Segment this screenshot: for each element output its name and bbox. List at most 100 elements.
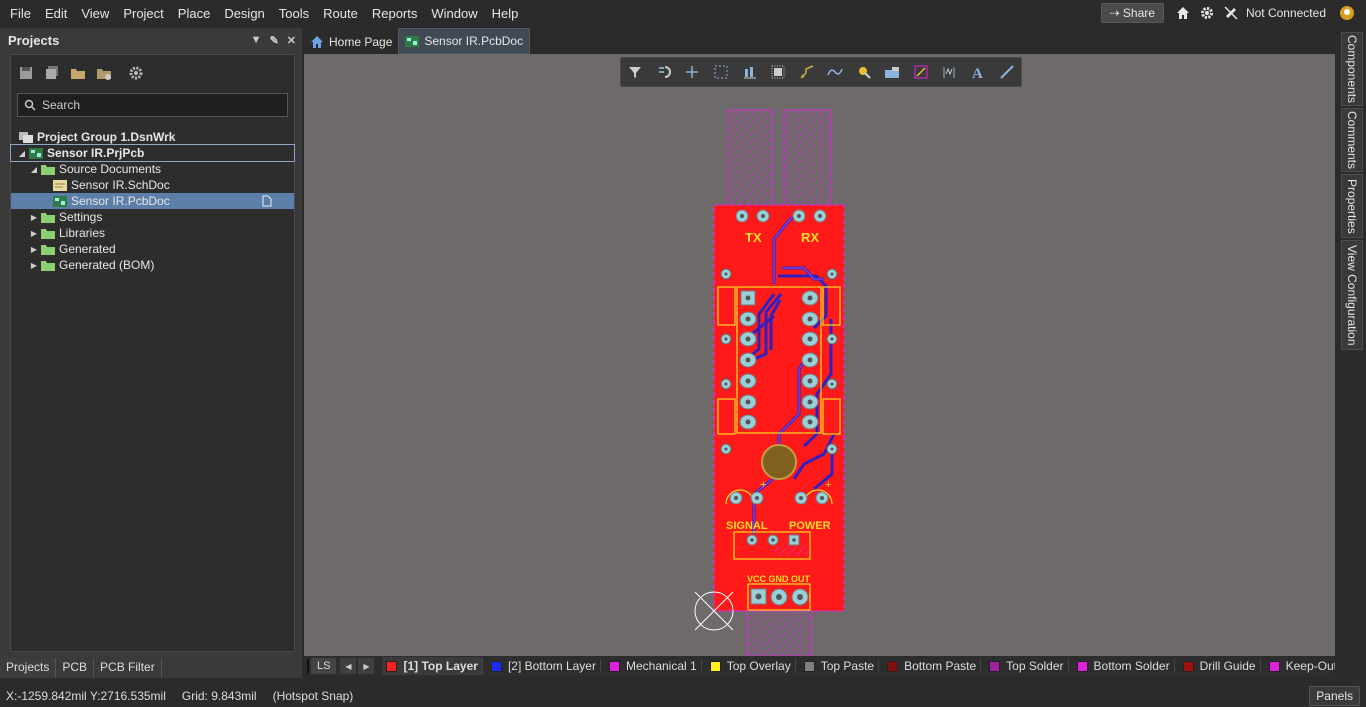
document-status-icon	[262, 195, 272, 207]
folder-icon	[41, 260, 55, 271]
pcb-canvas[interactable]: A TX RX + + SIGNAL POWER VCC GND OUT	[304, 54, 1335, 656]
snap-mode: (Hotspot Snap)	[272, 688, 354, 703]
folder-icon	[41, 244, 55, 255]
tree-item-pcbdoc[interactable]: Sensor IR.PcbDoc	[11, 193, 294, 209]
user-avatar-icon[interactable]	[1338, 4, 1356, 22]
collapse-icon[interactable]: ◢	[29, 165, 39, 174]
label-power: POWER	[789, 520, 831, 532]
led-plus-left: +	[760, 479, 766, 491]
side-tab-components[interactable]: Components	[1341, 32, 1363, 106]
gear-icon[interactable]	[1198, 4, 1216, 22]
document-tabs: Home Page Sensor IR.PcbDoc	[304, 28, 531, 54]
home-icon[interactable]	[1174, 4, 1192, 22]
layer-tabs-bar: LS ◀ ▶ [1] Top Layer [2] Bottom Layer Me…	[304, 656, 1335, 676]
layer-tab-bottom-paste[interactable]: Bottom Paste	[887, 659, 982, 673]
pcb-board[interactable]: TX RX + + SIGNAL POWER VCC GND OUT	[304, 54, 1335, 656]
side-tab-view-configuration[interactable]: View Configuration	[1341, 240, 1363, 350]
tree-item-generated[interactable]: ▶ Generated	[11, 241, 294, 257]
tree-item-source-documents[interactable]: ◢ Source Documents	[11, 161, 294, 177]
layer-set-button[interactable]: LS	[311, 658, 337, 674]
mechanical-area-tx	[727, 109, 774, 207]
layer-tab-mechanical-1[interactable]: Mechanical 1	[608, 659, 702, 673]
pcb-doc-icon	[53, 195, 67, 207]
side-tab-properties[interactable]: Properties	[1341, 174, 1363, 238]
folder-icon	[41, 228, 55, 239]
layer-tab-top-layer[interactable]: [1] Top Layer	[382, 657, 483, 675]
label-signal: SIGNAL	[726, 520, 768, 532]
layer-tab-top-overlay[interactable]: Top Overlay	[709, 659, 796, 673]
expand-icon[interactable]: ▶	[29, 229, 39, 238]
layer-nav: ◀ ▶	[340, 658, 375, 674]
layer-swatch	[803, 660, 815, 672]
mechanical-area-rx	[783, 109, 832, 207]
menu-project[interactable]: Project	[116, 6, 170, 21]
tab-pcbdoc[interactable]: Sensor IR.PcbDoc	[398, 28, 531, 54]
search-icon	[24, 99, 36, 111]
layer-swatch	[1076, 660, 1088, 672]
menu-edit[interactable]: Edit	[38, 6, 74, 21]
layer-swatch	[887, 660, 899, 672]
open-folder-icon[interactable]	[69, 64, 87, 82]
current-layer-color[interactable]	[307, 658, 309, 674]
menu-window[interactable]: Window	[424, 6, 484, 21]
share-icon: ⇢	[1109, 6, 1123, 20]
layer-swatch	[709, 660, 721, 672]
panels-button[interactable]: Panels	[1309, 686, 1360, 706]
layer-tab-bottom-layer[interactable]: [2] Bottom Layer	[490, 659, 601, 673]
menu-place[interactable]: Place	[171, 6, 218, 21]
menu-reports[interactable]: Reports	[365, 6, 425, 21]
pin-icon[interactable]: ✎	[270, 34, 279, 47]
layer-tab-top-solder[interactable]: Top Solder	[989, 659, 1069, 673]
menu-view[interactable]: View	[74, 6, 116, 21]
menu-design[interactable]: Design	[217, 6, 271, 21]
close-icon[interactable]: ✕	[287, 34, 296, 47]
project-folder-icon[interactable]	[95, 64, 113, 82]
save-all-icon[interactable]	[43, 64, 61, 82]
label-rx: RX	[801, 230, 819, 245]
tree-item-schdoc[interactable]: Sensor IR.SchDoc	[11, 177, 294, 193]
search-input[interactable]: Search	[17, 93, 288, 117]
connector-pads	[750, 588, 809, 606]
layer-tab-bottom-solder[interactable]: Bottom Solder	[1076, 659, 1175, 673]
menu-file[interactable]: File	[0, 6, 38, 21]
tab-pcb[interactable]: PCB	[56, 658, 95, 678]
menu-route[interactable]: Route	[316, 6, 365, 21]
menu-help[interactable]: Help	[485, 6, 526, 21]
label-pins: VCC GND OUT	[747, 574, 811, 584]
folder-icon	[41, 212, 55, 223]
connection-status[interactable]: Not Connected	[1246, 6, 1326, 20]
dropdown-icon[interactable]: ▼	[251, 34, 262, 47]
layer-tab-top-paste[interactable]: Top Paste	[803, 659, 880, 673]
layer-tab-drill-guide[interactable]: Drill Guide	[1182, 659, 1261, 673]
projects-panel: Projects ▼ ✎ ✕ Search Project Group 1.Ds…	[0, 28, 302, 678]
tree-item-workspace[interactable]: Project Group 1.DsnWrk	[11, 129, 294, 145]
search-placeholder: Search	[42, 98, 81, 112]
tree-item-libraries[interactable]: ▶ Libraries	[11, 225, 294, 241]
tree-item-generated-bom[interactable]: ▶ Generated (BOM)	[11, 257, 294, 273]
tab-projects[interactable]: Projects	[0, 658, 57, 678]
tree-item-settings[interactable]: ▶ Settings	[11, 209, 294, 225]
layer-prev-icon[interactable]: ◀	[340, 658, 357, 674]
share-button[interactable]: ⇢ Share	[1100, 3, 1164, 23]
expand-icon[interactable]: ▶	[29, 213, 39, 222]
layer-next-icon[interactable]: ▶	[358, 658, 375, 674]
menu-tools[interactable]: Tools	[272, 6, 316, 21]
save-icon[interactable]	[17, 64, 35, 82]
side-tab-comments[interactable]: Comments	[1341, 108, 1363, 172]
expand-icon[interactable]: ▶	[29, 261, 39, 270]
expand-icon[interactable]: ▶	[29, 245, 39, 254]
folder-icon	[41, 164, 55, 175]
projects-panel-header: Projects ▼ ✎ ✕	[0, 28, 302, 52]
tab-pcb-filter[interactable]: PCB Filter	[94, 658, 162, 678]
panel-title: Projects	[8, 32, 60, 48]
settings-icon[interactable]	[127, 64, 145, 82]
projects-panel-body: Search Project Group 1.DsnWrk ◢ Sensor I…	[10, 54, 295, 652]
layer-swatch	[1182, 660, 1194, 672]
tree-item-project[interactable]: ◢ Sensor IR.PrjPcb	[10, 144, 295, 162]
pcb-project-icon	[29, 147, 43, 159]
grid-size[interactable]: Grid: 9.843mil	[182, 689, 257, 703]
collapse-icon[interactable]: ◢	[17, 149, 27, 158]
pcb-doc-icon	[405, 35, 420, 47]
tab-home-page[interactable]: Home Page	[304, 30, 398, 54]
layer-tab-keep-out-layer[interactable]: Keep-Out Lay	[1268, 659, 1335, 673]
